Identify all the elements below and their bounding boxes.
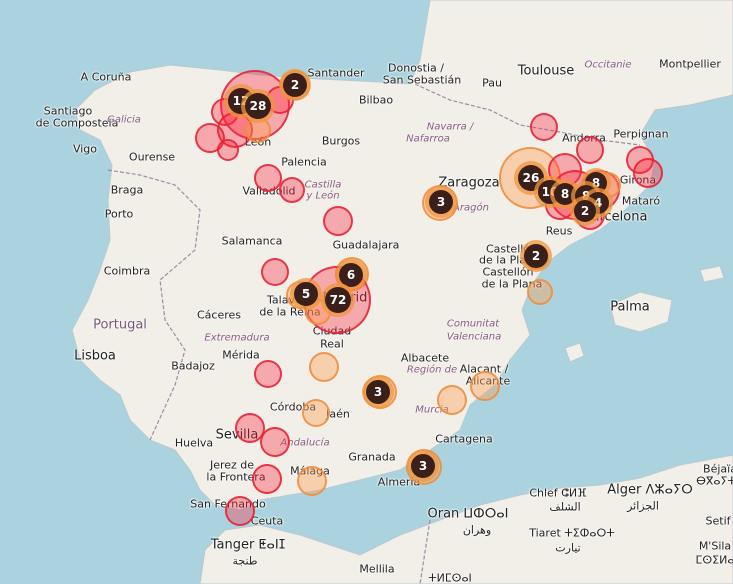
map-marker[interactable] — [323, 206, 353, 236]
map-marker[interactable] — [633, 158, 663, 188]
land-menorca — [699, 265, 725, 283]
map-marker[interactable] — [576, 136, 604, 164]
map-marker[interactable] — [260, 427, 290, 457]
map-marker[interactable] — [309, 352, 339, 382]
map-marker[interactable] — [530, 113, 558, 141]
cluster-badge-almeria-3[interactable]: 3 — [411, 454, 435, 478]
cluster-badge-bcn-8a[interactable]: 8 — [554, 183, 576, 205]
map-marker[interactable] — [245, 117, 271, 143]
land-mallorca — [609, 291, 673, 333]
cluster-badge-madrid-72[interactable]: 72 — [325, 287, 351, 313]
cluster-badge-madrid-6[interactable]: 6 — [339, 263, 363, 287]
land-europe — [71, 0, 733, 511]
map-marker[interactable] — [225, 496, 255, 526]
cluster-badge-jaen-3[interactable]: 3 — [366, 380, 390, 404]
map-marker[interactable] — [217, 139, 239, 161]
map-marker[interactable] — [527, 279, 553, 305]
map-view[interactable]: A Coruña Santiago de Compostela Galicia Vigo… — [0, 0, 733, 584]
cluster-badge-santander-2[interactable]: 2 — [283, 73, 307, 97]
cluster-badge-madrid-5[interactable]: 5 — [294, 282, 318, 306]
land-ibiza — [564, 342, 585, 363]
map-marker[interactable] — [252, 464, 282, 494]
map-marker[interactable] — [254, 164, 282, 192]
map-marker[interactable] — [261, 258, 289, 286]
map-marker[interactable] — [470, 371, 500, 401]
cluster-badge-zaragoza-3[interactable]: 3 — [429, 190, 453, 214]
map-marker[interactable] — [297, 466, 327, 496]
map-marker[interactable] — [279, 177, 305, 203]
map-marker[interactable] — [254, 360, 282, 388]
map-marker[interactable] — [302, 399, 330, 427]
cluster-badge-bcn-2[interactable]: 2 — [574, 200, 596, 222]
cluster-badge-castello-2[interactable]: 2 — [524, 244, 548, 268]
map-marker[interactable] — [437, 385, 467, 415]
cluster-badge-leon-28[interactable]: 28 — [245, 93, 271, 119]
